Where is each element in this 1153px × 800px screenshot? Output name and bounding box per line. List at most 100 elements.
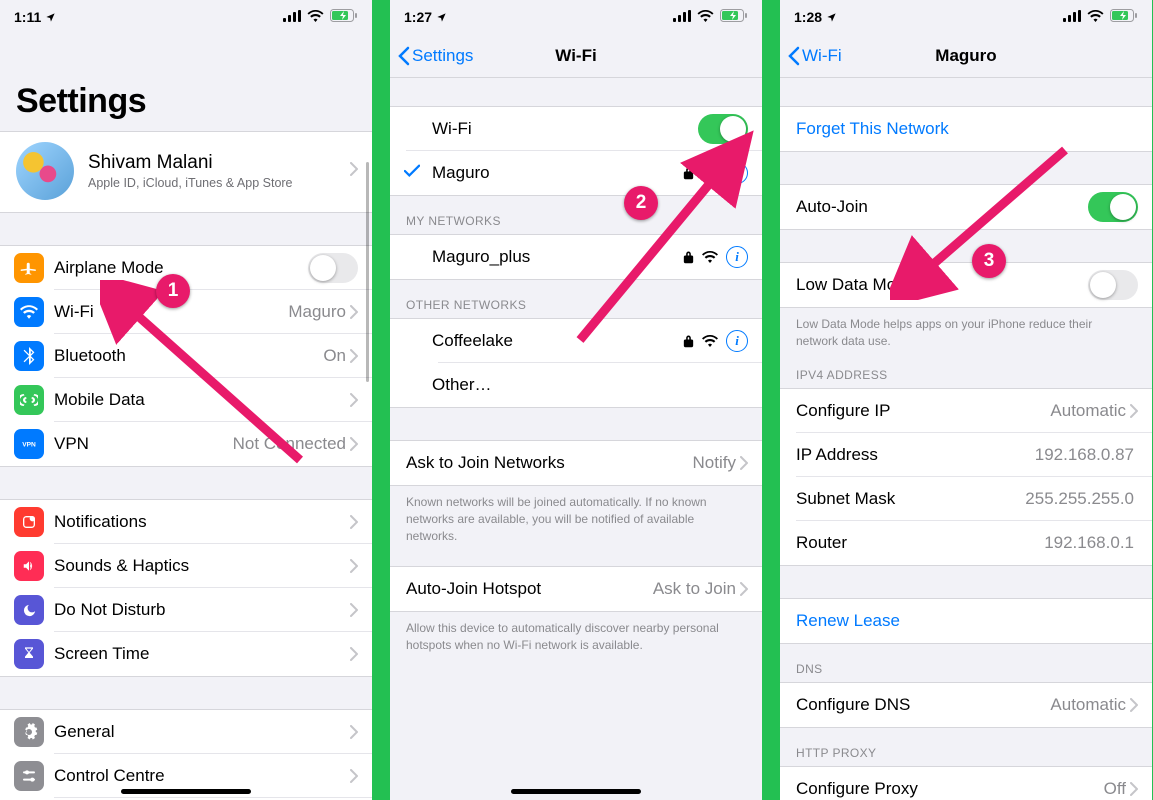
row-sounds[interactable]: Sounds & Haptics	[0, 544, 372, 588]
row-general[interactable]: General	[0, 710, 372, 754]
page-title: Settings	[0, 34, 372, 131]
wifi-strength-icon	[702, 167, 718, 179]
row-value: Not Connected	[233, 434, 346, 454]
section-footer: Allow this device to automatically disco…	[390, 612, 762, 654]
row-label: General	[54, 722, 350, 742]
location-icon	[436, 12, 447, 23]
row-configure-proxy[interactable]: Configure Proxy Off	[780, 767, 1152, 800]
row-label: Notifications	[54, 512, 350, 532]
back-button[interactable]: Settings	[390, 46, 481, 66]
row-value: On	[323, 346, 346, 366]
row-forget-network[interactable]: Forget This Network	[780, 107, 1152, 151]
bluetooth-icon	[14, 341, 44, 371]
status-time: 1:27	[404, 9, 432, 25]
row-configure-ip[interactable]: Configure IP Automatic	[780, 389, 1152, 433]
wifi-switch[interactable]	[698, 114, 748, 144]
battery-icon	[1110, 9, 1138, 25]
section-footer: Low Data Mode helps apps on your iPhone …	[780, 308, 1152, 350]
row-label: Screen Time	[54, 644, 350, 664]
chevron-right-icon	[350, 162, 358, 181]
home-indicator[interactable]	[121, 789, 251, 794]
statusbar: 1:11	[0, 0, 372, 34]
row-router: Router 192.168.0.1	[780, 521, 1152, 565]
row-label: VPN	[54, 434, 233, 454]
profile-name: Shivam Malani	[88, 152, 350, 174]
row-low-data-mode[interactable]: Low Data Mode	[780, 263, 1152, 307]
airplane-switch[interactable]	[308, 253, 358, 283]
back-label: Settings	[412, 46, 473, 66]
network-name: Other…	[432, 375, 748, 395]
row-label: Sounds & Haptics	[54, 556, 350, 576]
row-wifi[interactable]: Wi-Fi Maguro	[0, 290, 372, 334]
row-dnd[interactable]: Do Not Disturb	[0, 588, 372, 632]
section-header: MY NETWORKS	[390, 196, 762, 234]
row-value: Ask to Join	[653, 579, 736, 599]
chevron-right-icon	[350, 603, 358, 617]
info-icon[interactable]: i	[726, 162, 748, 184]
battery-icon	[720, 9, 748, 25]
row-wifi-toggle[interactable]: Wi-Fi	[390, 107, 762, 151]
row-notifications[interactable]: Notifications	[0, 500, 372, 544]
row-ip-address: IP Address 192.168.0.87	[780, 433, 1152, 477]
signal-icon	[1063, 9, 1081, 25]
row-auto-join-hotspot[interactable]: Auto-Join Hotspot Ask to Join	[390, 567, 762, 611]
row-value: 192.168.0.1	[1044, 533, 1134, 553]
chevron-right-icon	[350, 393, 358, 407]
lowdata-switch[interactable]	[1088, 270, 1138, 300]
autojoin-switch[interactable]	[1088, 192, 1138, 222]
chevron-left-icon	[398, 46, 410, 66]
scroll-indicator[interactable]	[366, 162, 369, 382]
row-renew-lease[interactable]: Renew Lease	[780, 599, 1152, 643]
row-label: Bluetooth	[54, 346, 323, 366]
row-connected-network[interactable]: Maguro i	[390, 151, 762, 195]
screen-wifi: 1:27 Settings Wi-Fi Wi-Fi Maguro	[390, 0, 762, 800]
lock-icon	[683, 250, 694, 264]
row-label: Control Centre	[54, 766, 350, 786]
navbar: Settings Wi-Fi	[390, 34, 762, 78]
row-auto-join[interactable]: Auto-Join	[780, 185, 1152, 229]
chevron-left-icon	[788, 46, 800, 66]
row-screen-time[interactable]: Screen Time	[0, 632, 372, 676]
svg-text:VPN: VPN	[22, 441, 36, 448]
chevron-right-icon	[740, 582, 748, 596]
chevron-right-icon	[350, 725, 358, 739]
wifi-strength-icon	[702, 335, 718, 347]
row-my-network[interactable]: Maguro_plus i	[390, 235, 762, 279]
home-indicator[interactable]	[511, 789, 641, 794]
network-name: Maguro_plus	[432, 247, 683, 267]
lock-icon	[683, 334, 694, 348]
row-value: 255.255.255.0	[1025, 489, 1134, 509]
back-button[interactable]: Wi-Fi	[780, 46, 850, 66]
vpn-icon: VPN	[14, 429, 44, 459]
apple-id-row[interactable]: Shivam Malani Apple ID, iCloud, iTunes &…	[0, 131, 372, 213]
row-label: Auto-Join Hotspot	[406, 579, 653, 599]
wifi-icon	[697, 9, 714, 25]
info-icon[interactable]: i	[726, 330, 748, 352]
chevron-right-icon	[350, 305, 358, 319]
statusbar: 1:28	[780, 0, 1152, 34]
info-icon[interactable]: i	[726, 246, 748, 268]
row-value: Off	[1104, 779, 1126, 799]
chevron-right-icon	[1130, 698, 1138, 712]
signal-icon	[673, 9, 691, 25]
row-other[interactable]: Other…	[390, 363, 762, 407]
chevron-right-icon	[350, 769, 358, 783]
row-label: Router	[796, 533, 1044, 553]
statusbar: 1:27	[390, 0, 762, 34]
section-header: OTHER NETWORKS	[390, 280, 762, 318]
row-airplane-mode[interactable]: Airplane Mode	[0, 246, 372, 290]
screen-settings: 1:11 Settings Shivam Malani Apple ID, iC…	[0, 0, 372, 800]
cellular-icon	[14, 385, 44, 415]
row-label: Configure IP	[796, 401, 1050, 421]
row-other-network[interactable]: Coffeelake i	[390, 319, 762, 363]
row-mobile-data[interactable]: Mobile Data	[0, 378, 372, 422]
row-ask-to-join[interactable]: Ask to Join Networks Notify	[390, 441, 762, 485]
signal-icon	[283, 9, 301, 25]
row-label: Wi-Fi	[54, 302, 288, 322]
location-icon	[45, 12, 56, 23]
wifi-icon	[14, 297, 44, 327]
row-bluetooth[interactable]: Bluetooth On	[0, 334, 372, 378]
section-header: IPV4 ADDRESS	[780, 350, 1152, 388]
row-configure-dns[interactable]: Configure DNS Automatic	[780, 683, 1152, 727]
row-vpn[interactable]: VPN VPN Not Connected	[0, 422, 372, 466]
